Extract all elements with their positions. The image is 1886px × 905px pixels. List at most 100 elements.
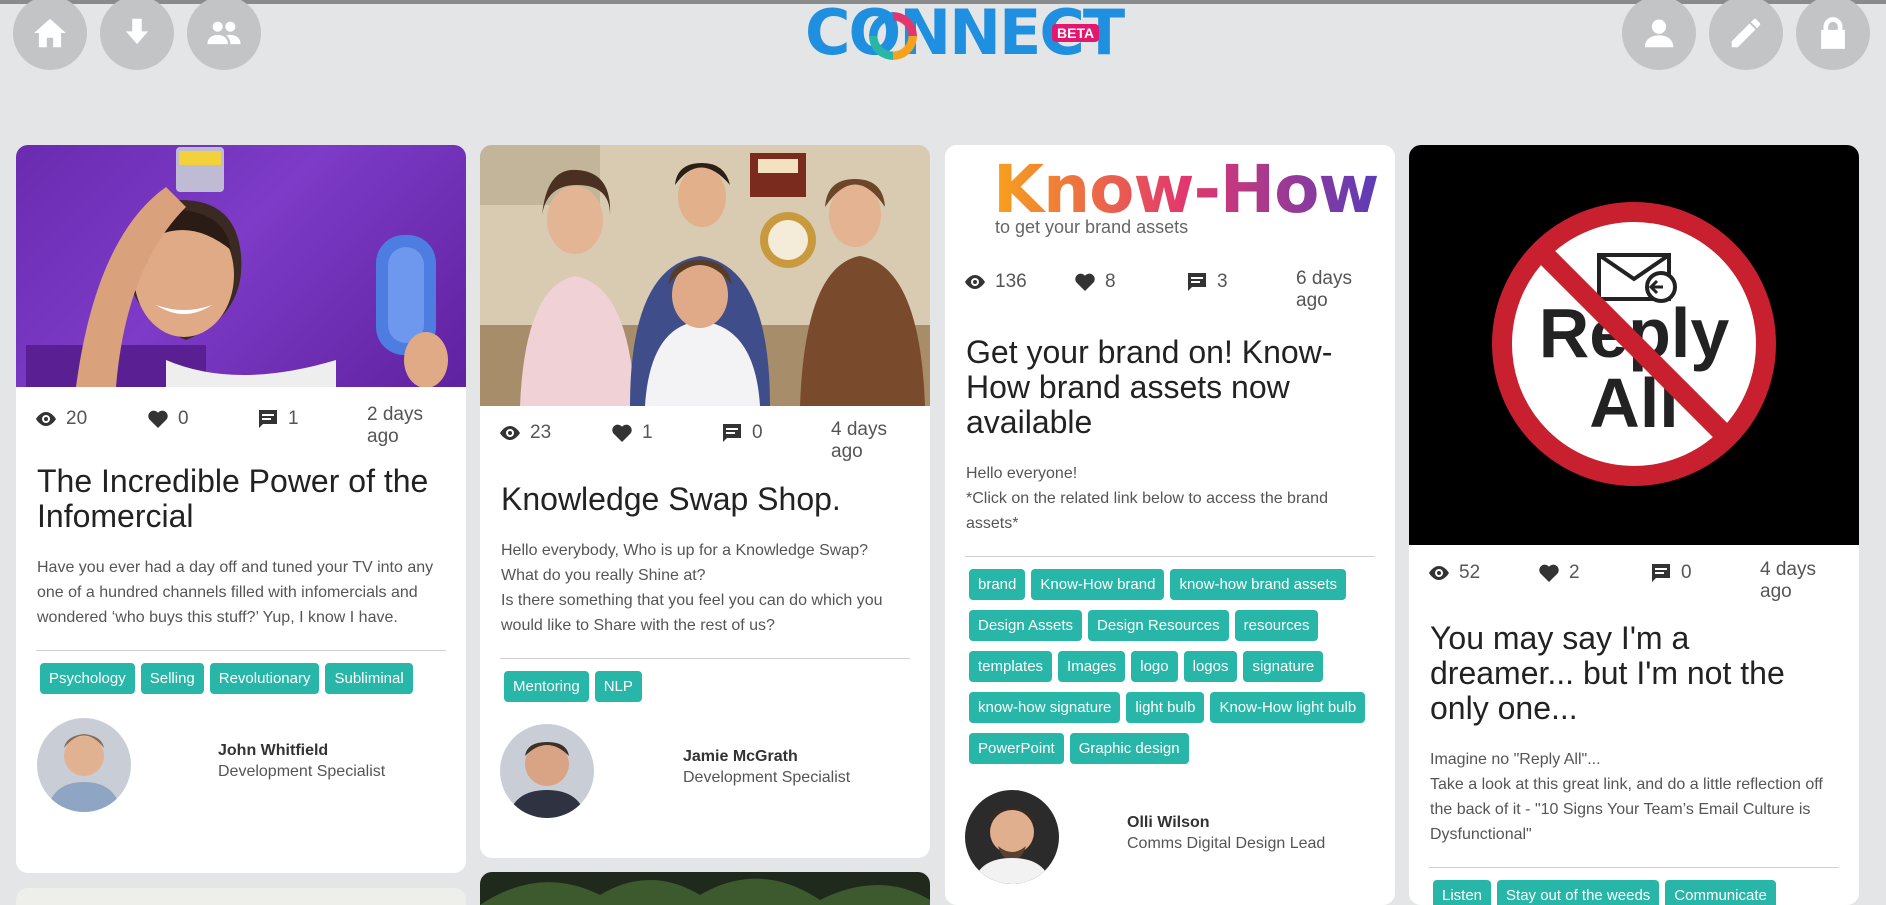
next-post-card-preview[interactable] xyxy=(480,872,930,905)
comment-icon xyxy=(1188,273,1206,291)
tag[interactable]: logo xyxy=(1131,651,1178,682)
tag[interactable]: logos xyxy=(1183,651,1238,682)
post-image[interactable] xyxy=(16,145,466,387)
tag[interactable]: Communicate xyxy=(1665,880,1776,905)
likes-count: 8 xyxy=(1105,271,1116,292)
tag[interactable]: know-how signature xyxy=(969,692,1121,723)
home-button[interactable] xyxy=(13,0,87,70)
avatar[interactable] xyxy=(500,724,594,818)
post-title[interactable]: Knowledge Swap Shop. xyxy=(480,482,930,517)
comments-stat[interactable]: 0 xyxy=(720,421,763,445)
tag[interactable]: PowerPoint xyxy=(969,733,1064,764)
tag[interactable]: brand xyxy=(969,569,1026,600)
avatar-image xyxy=(47,734,121,812)
likes-stat[interactable]: 2 xyxy=(1537,561,1580,585)
edit-icon xyxy=(1731,18,1761,48)
tag[interactable]: Selling xyxy=(140,663,204,694)
connect-logo[interactable]: CONNECT BETA xyxy=(805,0,1125,70)
avatar-image xyxy=(508,742,586,818)
post-image[interactable]: Reply All xyxy=(1409,145,1859,545)
post-card[interactable]: Reply All 52 2 0 4 days ago You may say … xyxy=(1409,145,1859,905)
views-count: 23 xyxy=(530,422,552,443)
tag[interactable]: templates xyxy=(969,651,1053,682)
excerpt-line: Take a look at this great link, and do a… xyxy=(1430,776,1823,843)
post-card[interactable]: 23 1 0 4 days ago Knowledge Swap Shop. H… xyxy=(480,145,930,858)
tag-list: Psychology Selling Revolutionary Sublimi… xyxy=(16,663,466,694)
tag[interactable]: Design Assets xyxy=(969,610,1083,641)
infomercial-man-image xyxy=(26,147,448,387)
tag[interactable]: Subliminal xyxy=(325,663,413,694)
tag[interactable]: signature xyxy=(1243,651,1324,682)
author-block[interactable]: John Whitfield Development Specialist xyxy=(16,718,466,818)
tag[interactable]: light bulb xyxy=(1126,692,1205,723)
likes-stat[interactable]: 1 xyxy=(610,421,653,445)
comments-stat[interactable]: 1 xyxy=(256,407,299,431)
views-stat: 23 xyxy=(498,421,551,445)
tag[interactable]: Know-How light bulb xyxy=(1210,692,1366,723)
tag-list: Listen Stay out of the weeds Communicate xyxy=(1409,880,1859,905)
likes-count: 1 xyxy=(642,422,653,443)
author-name[interactable]: John Whitfield xyxy=(218,742,328,760)
post-stats: 136 8 3 6 days ago xyxy=(945,245,1395,311)
comments-stat[interactable]: 3 xyxy=(1185,270,1228,294)
post-image[interactable] xyxy=(480,145,930,406)
likes-stat[interactable]: 8 xyxy=(1073,270,1116,294)
excerpt-line: Is there something that you feel you can… xyxy=(501,592,883,634)
post-title[interactable]: You may say I'm a dreamer... but I'm not… xyxy=(1409,621,1859,726)
post-excerpt: Hello everybody, Who is up for a Knowled… xyxy=(480,538,930,638)
posted-ago: 6 days ago xyxy=(1296,268,1352,311)
post-card[interactable]: Know-How to get your brand assets 136 8 … xyxy=(945,145,1395,905)
views-count: 136 xyxy=(995,271,1027,292)
tag[interactable]: Stay out of the weeds xyxy=(1497,880,1660,905)
author-block[interactable]: Jamie McGrath Development Specialist xyxy=(480,724,930,824)
avatar[interactable] xyxy=(37,718,131,812)
tag[interactable]: Listen xyxy=(1433,880,1492,905)
tag[interactable]: Psychology xyxy=(40,663,135,694)
likes-stat[interactable]: 0 xyxy=(146,407,189,431)
next-post-card-preview[interactable] xyxy=(16,888,466,905)
people-button[interactable] xyxy=(187,0,261,70)
home-icon xyxy=(34,18,66,48)
people-icon xyxy=(207,21,241,45)
post-title[interactable]: The Incredible Power of the Infomercial xyxy=(16,464,466,534)
tag[interactable]: NLP xyxy=(594,671,642,702)
posted-ago: 4 days ago xyxy=(831,419,887,462)
tag[interactable]: Revolutionary xyxy=(209,663,320,694)
tag[interactable]: resources xyxy=(1234,610,1319,641)
comment-icon xyxy=(1652,564,1670,582)
tag[interactable]: know-how brand assets xyxy=(1170,569,1347,600)
download-icon xyxy=(125,18,149,45)
tag[interactable]: Design Resources xyxy=(1088,610,1229,641)
comments-count: 0 xyxy=(1681,562,1692,583)
tag[interactable]: Images xyxy=(1058,651,1126,682)
profile-button[interactable] xyxy=(1622,0,1696,70)
divider xyxy=(36,650,446,651)
tag[interactable]: Know-How brand xyxy=(1031,569,1165,600)
post-title[interactable]: Get your brand on! Know-How brand assets… xyxy=(945,335,1395,440)
avatar[interactable] xyxy=(965,790,1059,884)
author-block[interactable]: Olli Wilson Comms Digital Design Lead xyxy=(945,790,1395,890)
comments-stat[interactable]: 0 xyxy=(1649,561,1692,585)
beta-badge: BETA xyxy=(1052,24,1100,42)
post-stats: 52 2 0 4 days ago xyxy=(1409,545,1859,602)
eye-icon xyxy=(965,275,985,289)
avatar-image xyxy=(973,808,1051,884)
leaves-image xyxy=(480,878,930,905)
post-image[interactable]: Know-How to get your brand assets xyxy=(945,145,1395,245)
tag[interactable]: Graphic design xyxy=(1069,733,1189,764)
divider xyxy=(1429,867,1839,868)
download-button[interactable] xyxy=(100,0,174,70)
author-name[interactable]: Olli Wilson xyxy=(1127,814,1210,832)
edit-button[interactable] xyxy=(1709,0,1783,70)
comments-count: 0 xyxy=(752,422,763,443)
lock-button[interactable] xyxy=(1796,0,1870,70)
eye-icon xyxy=(500,426,520,440)
post-excerpt: Have you ever had a day off and tuned yo… xyxy=(37,559,434,626)
posted-ago: 4 days ago xyxy=(1760,559,1816,602)
comments-count: 3 xyxy=(1217,271,1228,292)
comments-count: 1 xyxy=(288,408,299,429)
tag[interactable]: Mentoring xyxy=(504,671,589,702)
author-name[interactable]: Jamie McGrath xyxy=(683,748,798,766)
post-card[interactable]: 20 0 1 2 days ago The Incredible Power o… xyxy=(16,145,466,873)
know-how-subheading: to get your brand assets xyxy=(995,217,1189,237)
